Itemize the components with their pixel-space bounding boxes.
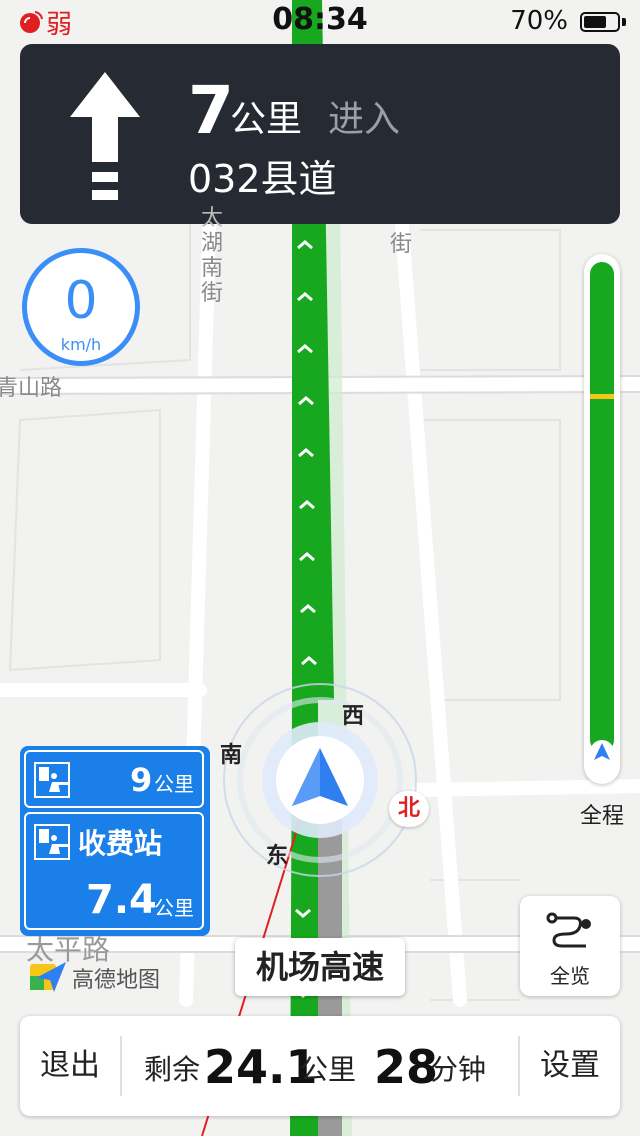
toll-booth-icon [34,762,70,798]
map-road-label-right: 街 [390,232,413,257]
compass-north[interactable]: 北 [389,791,429,827]
exit-button[interactable]: 退出 [20,1016,120,1116]
compass-east: 东 [266,844,289,869]
road-label-char: 太 [200,206,223,231]
brand-name: 高德地图 [72,968,161,993]
remaining-time-unit: 分钟 [430,1053,487,1086]
next-action: 进入 [328,99,401,140]
compass-south: 南 [220,743,243,768]
road-label-char: 南 [200,256,223,281]
toll-unit-1: 公里 [154,772,194,796]
route-progress-bar [584,254,620,784]
remaining-summary: 剩余 24.1 公里 28 分钟 [122,1016,518,1116]
straight-arrow-icon [70,72,140,200]
speed-unit: km/h [60,335,102,354]
route-overview-icon [546,912,591,948]
toll-card-next: 9 公里 [24,750,204,808]
map-road-label-vertical: 太 湖 南 街 [200,206,224,306]
road-label-char: 湖 [200,231,223,256]
amap-logo-icon [30,962,66,992]
overview-button[interactable]: 全览 [520,896,620,996]
status-bar: 弱 08:34 70% [0,0,640,44]
toll-unit-2: 公里 [154,896,194,920]
overview-label: 全览 [550,964,590,988]
next-turn-distance-unit: 公里 [230,99,303,140]
map-road-label-qingshan: 青山路 [0,376,63,401]
route-progress-label: 全程 [579,804,624,829]
road-label-char: 街 [200,281,223,306]
toll-card-station: 收费站 7.4 公里 [24,812,204,930]
remaining-label: 剩余 [144,1053,201,1086]
speedometer: 0 km/h [22,248,140,366]
battery-icon [580,12,620,32]
speed-value: 0 [64,271,98,331]
remaining-distance-unit: 公里 [300,1053,357,1086]
next-road-name: 032县道 [188,157,337,201]
toll-station-name: 收费站 [78,827,163,860]
instruction-panel[interactable]: 7 公里 进入 032县道 [20,44,620,224]
compass-west: 西 [342,704,365,729]
current-road-label: 机场高速 [235,938,405,996]
remaining-time: 28 [374,1040,439,1094]
toll-booth-icon [34,824,70,860]
bottom-bar: 退出 剩余 24.1 公里 28 分钟 设置 [20,1016,620,1116]
toll-distance-1: 9 [130,761,153,799]
settings-button[interactable]: 设置 [520,1016,620,1116]
battery-percent: 70% [510,6,568,36]
toll-distance-2: 7.4 [86,877,157,923]
next-turn-distance: 7 [188,72,234,149]
route-progress-marker [590,394,614,400]
toll-panel: 9 公里 收费站 7.4 公里 [20,746,210,936]
route-progress-fill [590,262,614,752]
battery-tip [622,18,626,26]
progress-car-icon [590,740,614,764]
